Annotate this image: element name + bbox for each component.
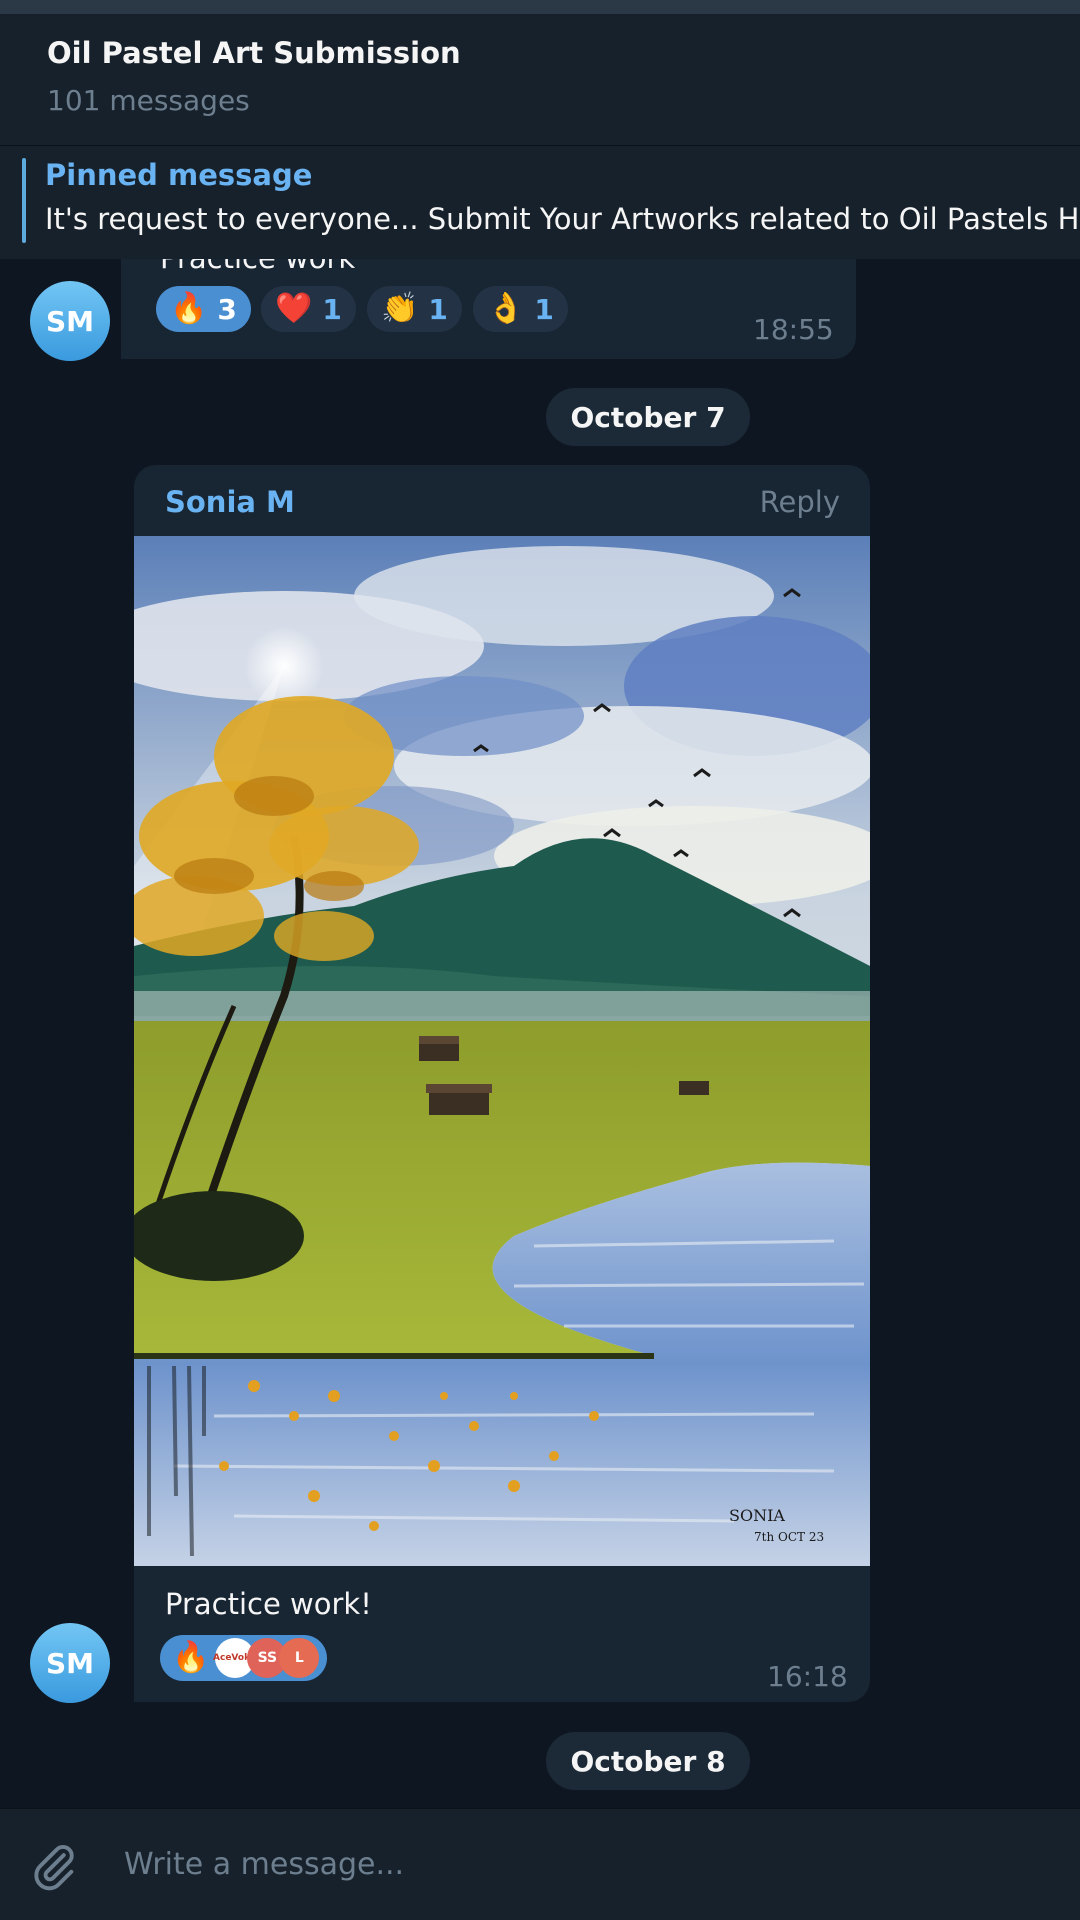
clap-icon: 👏 xyxy=(381,291,419,326)
message-caption: Practice work! xyxy=(165,1587,372,1621)
chat-title: Oil Pastel Art Submission xyxy=(47,36,461,70)
reaction-stickers[interactable]: 🔥 AceVokO SS L xyxy=(160,1635,328,1681)
fire-icon: 🔥 xyxy=(172,1640,210,1675)
message-time: 16:18 xyxy=(767,1660,848,1693)
message-composer xyxy=(0,1808,1080,1920)
pinned-text: It's request to everyone... Submit Your … xyxy=(45,202,1080,236)
pinned-indicator xyxy=(22,158,26,243)
reaction-count: 3 xyxy=(217,292,237,326)
sender-name[interactable]: Sonia M xyxy=(165,485,295,519)
ok-hand-icon: 👌 xyxy=(487,291,525,326)
reaction-count: 1 xyxy=(428,292,448,326)
date-separator: October 8 xyxy=(546,1732,750,1790)
chat-header[interactable]: Oil Pastel Art Submission 101 messages xyxy=(0,14,1080,145)
attach-icon[interactable] xyxy=(28,1841,80,1893)
reply-button[interactable]: Reply xyxy=(760,485,840,519)
reaction-heart[interactable]: ❤️ 1 xyxy=(261,286,356,332)
reaction-ok[interactable]: 👌 1 xyxy=(473,286,568,332)
message-bubble[interactable]: Practice work 🔥 3 ❤️ 1 👏 1 👌 1 18:55 xyxy=(121,259,856,359)
painting-date: 7th OCT 23 xyxy=(754,1530,824,1544)
reaction-clap[interactable]: 👏 1 xyxy=(367,286,462,332)
reaction-count: 1 xyxy=(322,292,342,326)
pinned-label: Pinned message xyxy=(45,158,313,192)
message-time: 18:55 xyxy=(753,313,834,346)
message-count: 101 messages xyxy=(47,84,250,117)
reaction-count: 1 xyxy=(534,292,554,326)
avatar[interactable]: SM xyxy=(30,1623,110,1703)
date-separator: October 7 xyxy=(546,388,750,446)
sticker-avatar: L xyxy=(279,1638,320,1678)
reaction-fire[interactable]: 🔥 3 xyxy=(156,286,251,332)
window-top-strip xyxy=(0,0,1080,14)
message-input[interactable] xyxy=(124,1839,1024,1889)
avatar[interactable]: SM xyxy=(30,281,110,361)
painting-signature: SONIA xyxy=(729,1506,785,1525)
message-list[interactable]: Practice work 🔥 3 ❤️ 1 👏 1 👌 1 18:55 SM … xyxy=(0,259,1080,1808)
message-caption: Practice work xyxy=(160,259,355,275)
fire-icon: 🔥 xyxy=(170,291,208,326)
painting-image: SONIA 7th OCT 23 xyxy=(134,536,870,1566)
artwork-photo[interactable]: SONIA 7th OCT 23 xyxy=(134,536,870,1566)
heart-icon: ❤️ xyxy=(275,291,313,326)
photo-message-bubble[interactable]: Sonia M Reply SONIA 7th OCT 23 Practice … xyxy=(134,465,870,1702)
pinned-message-bar[interactable]: Pinned message It's request to everyone.… xyxy=(0,145,1080,259)
